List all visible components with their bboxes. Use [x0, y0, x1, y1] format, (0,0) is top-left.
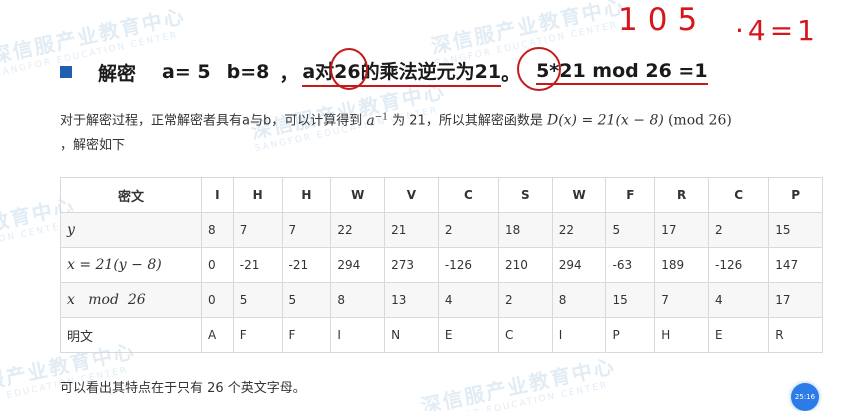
table-cell: 8 [551, 282, 607, 318]
table-cell: -126 [708, 247, 770, 283]
table-cell: 189 [654, 247, 710, 283]
table-cell: 5 [605, 212, 656, 248]
key-a: a= 5 [162, 61, 211, 83]
table-cell: A [201, 317, 234, 353]
table-cell: -21 [281, 247, 332, 283]
square-bullet-icon [60, 66, 72, 78]
table-cell: 0 [201, 247, 234, 283]
plaintext-row: 明文 A F F I N E C I P H E R [60, 317, 823, 353]
table-cell: 0 [201, 282, 234, 318]
key-b: b=8 [226, 61, 270, 83]
table-cell: 7 [281, 212, 332, 248]
table-cell: 2 [708, 212, 770, 248]
table-cell: 4 [437, 282, 500, 318]
table-cell: I [201, 177, 234, 213]
table-cell: -126 [437, 247, 500, 283]
section-heading: 解密 a= 5 b=8 ， a对26的乘法逆元为21 。 5*21 mod 26… [60, 52, 708, 92]
table-cell: C [708, 177, 770, 213]
table-cell: 294 [551, 247, 607, 283]
table-cell: 2 [437, 212, 500, 248]
table-cell: F [232, 317, 283, 353]
ciphertext-row: 密文 I H H W V C S W F R C P [60, 177, 823, 213]
table-cell: 5 [281, 282, 332, 318]
table-cell: P [768, 177, 823, 213]
table-cell: 17 [654, 212, 710, 248]
table-cell: E [437, 317, 500, 353]
table-cell: 17 [768, 282, 823, 318]
y-label: y [60, 212, 202, 248]
table-cell: 7 [232, 212, 283, 248]
handwritten-product: 105 [618, 2, 708, 38]
timer-badge[interactable]: 25:16 [791, 383, 819, 411]
table-cell: 8 [330, 282, 386, 318]
mod-row: x mod 26 0 5 5 8 13 4 2 8 15 7 4 17 [60, 282, 823, 318]
table-cell: 22 [551, 212, 607, 248]
table-cell: I [330, 317, 386, 353]
table-cell: C [437, 177, 500, 213]
table-cell: F [605, 177, 656, 213]
table-cell: 294 [330, 247, 386, 283]
heading-title: 解密 [98, 62, 137, 85]
heading-comma: ， [279, 62, 299, 85]
table-cell: H [232, 177, 283, 213]
circle-annotation [517, 47, 561, 91]
table-cell: 18 [498, 212, 553, 248]
table-cell: 4 [708, 282, 770, 318]
math-mod: (mod 26) [667, 112, 732, 129]
table-cell: V [384, 177, 439, 213]
ciphertext-label: 密文 [60, 177, 202, 213]
table-cell: P [605, 317, 656, 353]
math-decrypt-function: D(x) = 21(x − 8) [546, 112, 664, 129]
table-cell: H [281, 177, 332, 213]
table-cell: R [654, 177, 710, 213]
inverse-check: 5*21 mod 26 =1 [536, 60, 708, 85]
y-row: y 8 7 7 22 21 2 18 22 5 17 2 15 [60, 212, 823, 248]
x-row: x = 21(y − 8) 0 -21 -21 294 273 -126 210… [60, 247, 823, 283]
table-cell: 5 [232, 282, 283, 318]
table-cell: H [654, 317, 710, 353]
table-cell: I [551, 317, 607, 353]
table-cell: 147 [768, 247, 823, 283]
table-cell: 21 [384, 212, 439, 248]
table-cell: S [498, 177, 553, 213]
slide-page: 深信服产业教育中心 SANGFOR EDUCATION CENTER 深信服产业… [0, 0, 859, 411]
table-cell: E [708, 317, 770, 353]
table-cell: -63 [605, 247, 656, 283]
handwritten-result: ·4=1 [735, 14, 819, 47]
table-cell: N [384, 317, 439, 353]
table-cell: 22 [330, 212, 386, 248]
watermark: 深信服产业教育中心 SANGFOR EDUCATION CENTER [418, 353, 618, 411]
plaintext-label: 明文 [60, 317, 202, 353]
table-cell: 8 [201, 212, 234, 248]
math-a-inverse: a−1 [366, 112, 388, 129]
table-cell: -21 [232, 247, 283, 283]
table-cell: 15 [768, 212, 823, 248]
circle-annotation [330, 48, 368, 90]
table-cell: 13 [384, 282, 439, 318]
x-formula-label: x = 21(y − 8) [60, 247, 202, 283]
table-cell: C [498, 317, 553, 353]
table-cell: W [330, 177, 386, 213]
table-cell: 15 [605, 282, 656, 318]
mod-label: x mod 26 [60, 282, 202, 318]
decryption-table: 密文 I H H W V C S W F R C P y 8 7 7 22 21… [60, 177, 823, 353]
table-cell: F [281, 317, 332, 353]
table-cell: 7 [654, 282, 710, 318]
footer-note: 可以看出其特点在于只有 26 个英文字母。 [60, 381, 306, 396]
table-cell: R [768, 317, 823, 353]
table-cell: 273 [384, 247, 439, 283]
table-cell: 210 [498, 247, 553, 283]
table-cell: 2 [498, 282, 553, 318]
table-cell: W [551, 177, 607, 213]
explanation-paragraph: 对于解密过程，正常解密者具有a与b，可以计算得到 a−1 为 21，所以其解密函… [60, 112, 732, 153]
